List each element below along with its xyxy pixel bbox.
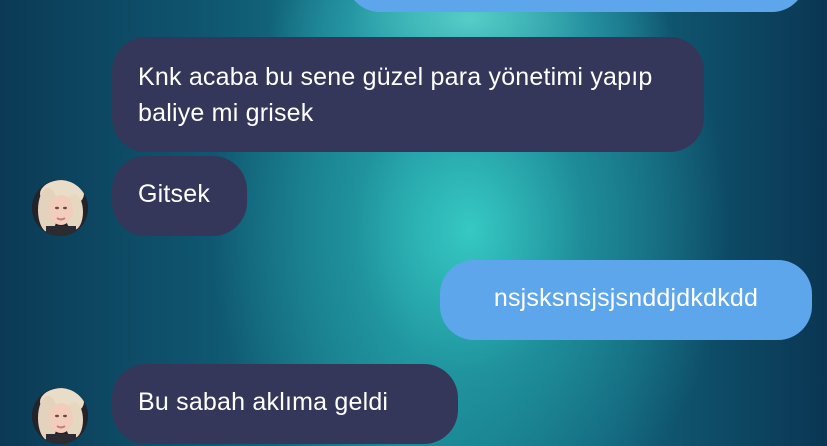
incoming-message-bubble[interactable]: Knk acaba bu sene güzel para yönetimi ya… [112, 37, 704, 152]
message-text: Knk acaba bu sene güzel para yönetimi ya… [138, 63, 653, 127]
avatar-photo-icon [32, 388, 88, 444]
sender-avatar[interactable] [32, 180, 88, 236]
message-text: Gitsek [138, 180, 211, 208]
avatar-photo-icon [32, 180, 88, 236]
outgoing-message-bubble[interactable]: nsjsksnsjsjsnddjdkdkdd [440, 260, 812, 340]
message-text: Bu sabah aklıma geldi [138, 388, 389, 416]
incoming-message-bubble[interactable]: Bu sabah aklıma geldi [112, 364, 458, 444]
message-text: nsjsksnsjsjsnddjdkdkdd [493, 284, 759, 312]
previous-outgoing-message-bubble[interactable] [346, 0, 806, 12]
sender-avatar[interactable] [32, 388, 88, 444]
incoming-message-bubble[interactable]: Gitsek [112, 156, 247, 236]
